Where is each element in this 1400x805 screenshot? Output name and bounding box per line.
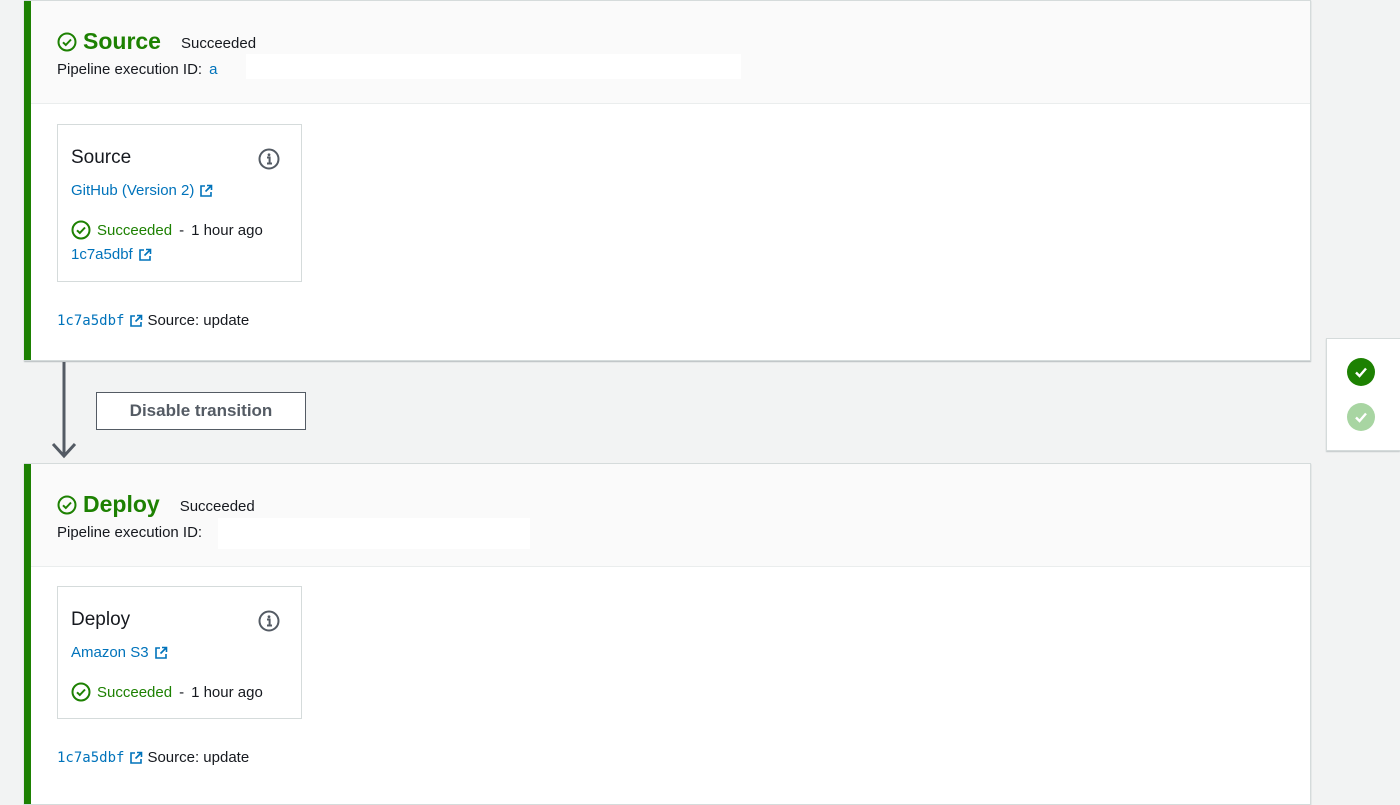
action-commit-link[interactable]: 1c7a5dbf (71, 246, 152, 263)
info-icon[interactable] (258, 148, 280, 170)
footer-commit-link[interactable]: 1c7a5dbf (57, 750, 124, 766)
action-commit[interactable]: 1c7a5dbf (71, 246, 133, 263)
action-provider-link[interactable]: Amazon S3 (71, 644, 168, 661)
check-circle-icon (57, 32, 77, 51)
action-provider[interactable]: Amazon S3 (71, 644, 149, 661)
execution-id-row: Pipeline execution ID: (57, 524, 209, 541)
stage-title-row: Deploy Succeeded (57, 491, 255, 518)
check-circle-icon (71, 220, 91, 240)
execution-id-label: Pipeline execution ID: (57, 61, 203, 78)
stage-navigator (1326, 338, 1400, 451)
action-status: Succeeded (97, 221, 173, 239)
stage-title: Deploy (83, 491, 160, 517)
stage-deploy: Deploy Succeeded Pipeline execution ID: … (24, 463, 1311, 805)
stage-status: Succeeded (179, 498, 255, 515)
arrow-down-icon (51, 362, 77, 459)
stage-status-bar (24, 1, 31, 360)
stage-nav-deploy[interactable] (1347, 403, 1375, 431)
action-name: Source (71, 147, 132, 168)
stage-source: Source Succeeded Pipeline execution ID: … (24, 0, 1311, 361)
execution-id-label: Pipeline execution ID: (57, 524, 203, 541)
action-card-deploy: Deploy Amazon S3 Succeeded - 1 hour ago (57, 586, 302, 719)
info-icon[interactable] (258, 610, 280, 632)
check-filled-icon (1355, 367, 1367, 378)
external-link-icon[interactable] (129, 314, 143, 328)
redacted-area (218, 518, 530, 549)
stage-title-row: Source Succeeded (57, 28, 256, 55)
external-link-icon (138, 248, 152, 261)
footer-message: Source: update (147, 749, 250, 766)
action-card-source: Source GitHub (Version 2) Succeeded - 1 … (57, 124, 302, 282)
action-status-row: Succeeded - 1 hour ago (71, 682, 263, 702)
action-name: Deploy (71, 609, 131, 630)
action-time: 1 hour ago (191, 221, 263, 239)
stage-status: Succeeded (180, 35, 257, 52)
stage-footer: 1c7a5dbf Source: update (57, 749, 249, 766)
execution-id-row: Pipeline execution ID: a (57, 61, 217, 78)
stage-header: Source Succeeded Pipeline execution ID: … (31, 1, 1310, 104)
check-circle-icon (71, 682, 91, 702)
status-separator: - (179, 221, 185, 239)
footer-message: Source: update (147, 312, 250, 329)
footer-commit-link[interactable]: 1c7a5dbf (57, 313, 124, 329)
status-separator: - (179, 683, 185, 701)
stage-status-bar (24, 464, 31, 804)
stage-footer: 1c7a5dbf Source: update (57, 312, 249, 329)
redacted-area (246, 54, 741, 79)
action-status-row: Succeeded - 1 hour ago (71, 220, 263, 240)
action-provider[interactable]: GitHub (Version 2) (71, 182, 194, 199)
stage-title: Source (83, 28, 161, 54)
external-link-icon (154, 646, 167, 659)
external-link-icon (200, 184, 213, 197)
execution-id-link[interactable]: a (209, 61, 217, 78)
action-status: Succeeded (97, 683, 173, 701)
action-time: 1 hour ago (191, 683, 263, 701)
check-circle-icon (57, 495, 77, 514)
check-filled-icon (1355, 412, 1367, 423)
external-link-icon[interactable] (129, 751, 143, 765)
stage-nav-source[interactable] (1347, 358, 1375, 386)
stage-header: Deploy Succeeded Pipeline execution ID: (31, 464, 1310, 567)
action-provider-link[interactable]: GitHub (Version 2) (71, 182, 213, 199)
disable-transition-button[interactable]: Disable transition (96, 392, 306, 430)
